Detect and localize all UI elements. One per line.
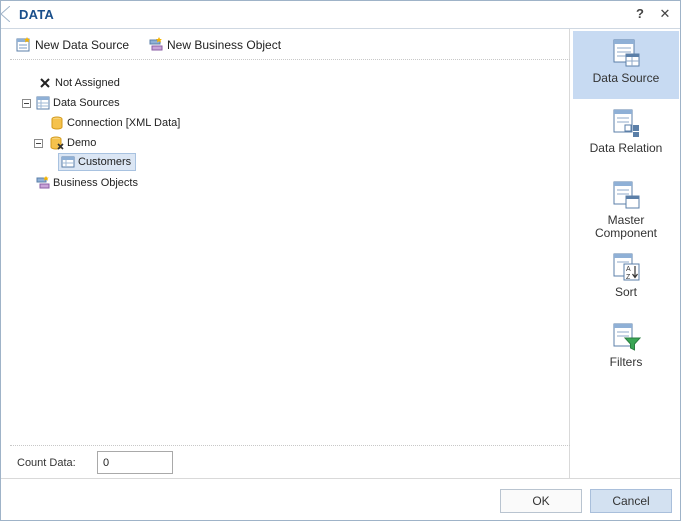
database-error-icon	[50, 136, 64, 150]
svg-text:A: A	[626, 266, 631, 273]
data-panel: New Data Source New Business Object Not …	[10, 29, 570, 478]
data-sources-icon	[36, 96, 50, 110]
new-business-object-label: New Business Object	[167, 38, 282, 52]
tree-node-data-sources[interactable]: Data Sources	[36, 94, 120, 112]
data-tree: Not Assigned Data Sources Connection [XM…	[10, 61, 570, 445]
new-business-object-button[interactable]: New Business Object	[148, 36, 281, 54]
new-data-source-button[interactable]: New Data Source	[16, 36, 129, 54]
help-button[interactable]: ?	[631, 5, 649, 23]
tree-node-label: Data Sources	[53, 97, 120, 109]
data-relation-icon	[613, 109, 639, 137]
collapse-demo-toggle[interactable]	[34, 139, 43, 148]
table-icon	[61, 156, 75, 168]
sidebar-item-data-relation[interactable]: Data Relation	[573, 101, 679, 161]
sidebar-item-label: Sort	[614, 285, 637, 299]
sidebar-item-label: Data Source	[592, 71, 660, 85]
cancel-button[interactable]: Cancel	[590, 489, 672, 513]
dialog-footer: OK Cancel	[1, 478, 680, 520]
sidebar-item-filters[interactable]: Filters	[573, 315, 679, 375]
tree-node-label: Customers	[78, 156, 132, 168]
title-bar: DATA ? ✕	[1, 1, 680, 29]
sidebar-item-label: Master Component	[594, 213, 658, 240]
tree-node-not-assigned[interactable]: Not Assigned	[38, 74, 120, 92]
new-data-source-label: New Data Source	[35, 38, 130, 52]
sidebar-item-label: Data Relation	[589, 141, 663, 155]
count-data-label: Count Data:	[17, 457, 76, 469]
business-objects-icon	[36, 176, 50, 189]
tree-node-label: Connection [XML Data]	[67, 117, 181, 129]
svg-text:Z: Z	[626, 274, 631, 281]
sidebar-item-label: Filters	[609, 355, 643, 369]
collapse-data-sources-toggle[interactable]	[22, 99, 31, 108]
data-sidebar: Data Source Data Relation Master Compone…	[573, 31, 680, 478]
close-button[interactable]: ✕	[656, 5, 674, 23]
database-icon	[51, 116, 63, 130]
tree-node-connection[interactable]: Connection [XML Data]	[50, 114, 180, 132]
sort-icon: A Z	[613, 253, 640, 281]
data-toolbar: New Data Source New Business Object	[10, 29, 570, 60]
ok-button[interactable]: OK	[500, 489, 582, 513]
new-business-object-icon	[149, 37, 163, 51]
sidebar-item-sort[interactable]: A Z Sort	[573, 245, 679, 305]
sidebar-item-master-component[interactable]: Master Component	[573, 173, 679, 245]
tree-node-label: Business Objects	[53, 177, 138, 189]
tree-node-demo[interactable]: Demo	[50, 134, 96, 152]
dialog-title: DATA	[19, 7, 54, 22]
tree-node-business-objects[interactable]: Business Objects	[36, 174, 138, 192]
sidebar-item-data-source[interactable]: Data Source	[573, 31, 679, 99]
new-data-source-icon	[16, 37, 30, 52]
filter-icon	[613, 323, 641, 351]
tree-node-customers[interactable]: Customers	[58, 153, 137, 171]
x-icon	[40, 78, 50, 88]
count-data-bar: Count Data:	[10, 445, 570, 478]
tree-node-label: Demo	[67, 137, 97, 149]
master-component-icon	[613, 181, 640, 209]
count-data-input[interactable]	[97, 451, 173, 474]
data-source-icon	[613, 39, 640, 67]
data-dialog: DATA ? ✕ New Data Source New Business Ob…	[0, 0, 681, 521]
tree-node-label: Not Assigned	[55, 77, 120, 89]
